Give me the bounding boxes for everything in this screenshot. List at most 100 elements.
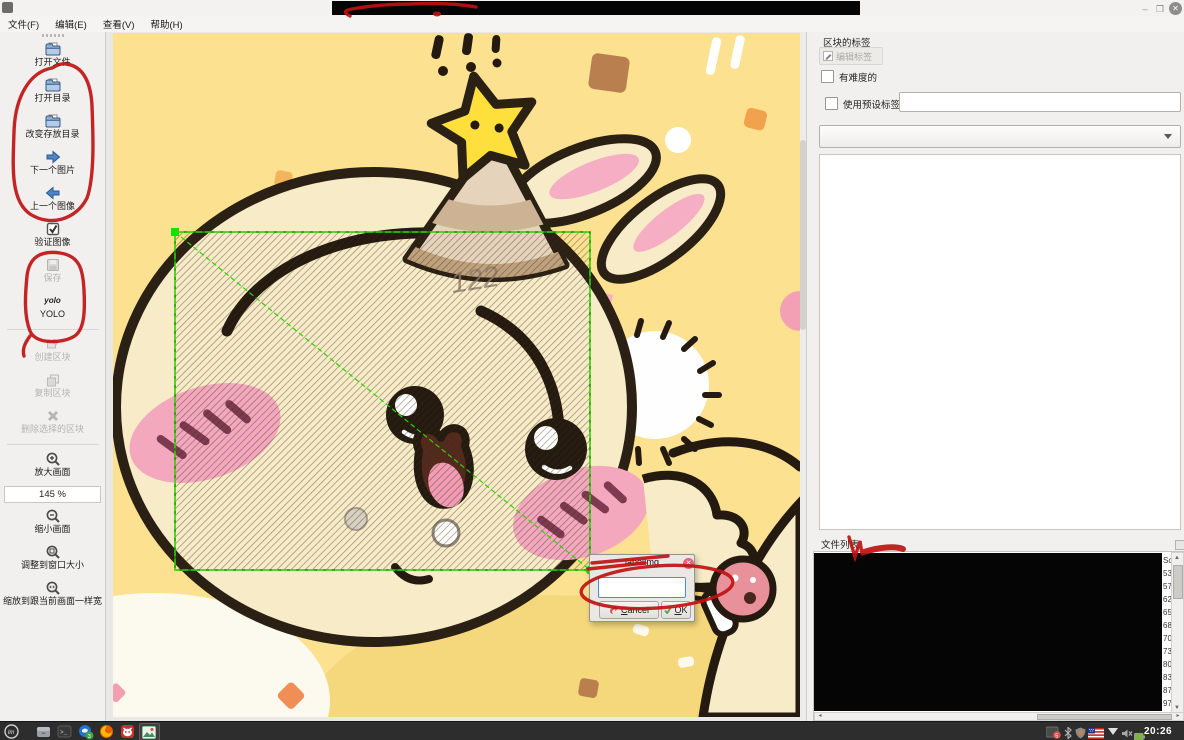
dialog-title: labelImg [590, 557, 694, 567]
file-list-hscrollbar[interactable]: ◂ ▸ [814, 712, 1184, 721]
annotation-image: 122 [113, 33, 800, 722]
zoom-value-box[interactable]: 145 % [4, 486, 101, 503]
toolbar-label: 打开目录 [34, 93, 70, 104]
restore-button[interactable]: ❐ [1155, 4, 1165, 14]
arrow-left-icon [45, 184, 61, 201]
default-label-input[interactable] [899, 92, 1181, 112]
red-app-icon[interactable] [120, 724, 135, 739]
check-icon [664, 606, 672, 614]
left-toolbar: 打开文件 打开目录 改变存放目录 下一个图片 上一个图像 验证图像 [0, 32, 106, 721]
toolbar-label: 保存 [43, 273, 61, 284]
menu-edit[interactable]: 编辑(E) [47, 17, 95, 31]
redacted-file-list [814, 553, 1162, 711]
network-icon[interactable] [1108, 728, 1118, 735]
open-dir-button[interactable]: 打开目录 [0, 76, 105, 108]
minimize-button[interactable]: – [1140, 4, 1150, 14]
svg-text:lm: lm [8, 730, 14, 736]
chat-app-icon[interactable]: 3 [78, 724, 93, 739]
toolbar-label: 缩放到跟当前画面一样宽 [3, 596, 102, 607]
zoom-out-button[interactable]: 缩小画面 [0, 507, 105, 539]
fit-width-button[interactable]: 缩放到跟当前画面一样宽 [0, 579, 105, 611]
toolbar-separator [7, 444, 99, 445]
toolbar-label: 上一个图像 [30, 201, 75, 212]
toolbar-label: 创建区块 [34, 352, 70, 363]
canvas[interactable]: 122 [106, 32, 806, 721]
svg-text:>_: >_ [60, 729, 68, 736]
zoom-in-button[interactable]: 放大画面 [0, 450, 105, 482]
close-button[interactable]: ✕ [1169, 2, 1182, 15]
keyboard-layout-flag-icon[interactable] [1088, 726, 1104, 740]
menu-view[interactable]: 查看(V) [95, 17, 143, 31]
label-combobox[interactable] [819, 125, 1181, 148]
title-bar: – ❐ ✕ [0, 0, 1184, 17]
toolbar-label: 下一个图片 [30, 165, 75, 176]
menu-file[interactable]: 文件(F) [0, 17, 47, 31]
open-file-button[interactable]: 打开文件 [0, 40, 105, 72]
bluetooth-icon[interactable] [1064, 726, 1072, 740]
delete-rectbox-button[interactable]: 删除选择的区块 [0, 407, 105, 439]
toolbar-label: 验证图像 [34, 237, 70, 248]
save-floppy-icon [45, 256, 61, 273]
terminal-icon[interactable]: >_ [57, 724, 72, 739]
format-yolo-button[interactable]: yolo YOLO [0, 292, 105, 324]
menu-help[interactable]: 帮助(H) [142, 17, 190, 31]
duplicate-box-icon [45, 371, 61, 388]
next-image-button[interactable]: 下一个图片 [0, 148, 105, 180]
shield-icon[interactable] [1075, 726, 1086, 740]
ok-button[interactable]: OK [661, 601, 691, 619]
fit-window-button[interactable]: 调整到窗口大小 [0, 543, 105, 575]
labelimg-task-button[interactable] [139, 723, 160, 740]
arrow-right-icon [45, 148, 61, 165]
dialog-close-icon[interactable]: ✕ [683, 558, 694, 569]
right-panel: 区块的标签 编辑标签 有难度的 使用预设标签 文件列表 Sc 53 57 62 … [806, 32, 1184, 721]
delete-cross-icon [45, 407, 61, 424]
file-manager-icon[interactable] [36, 724, 51, 739]
save-button[interactable]: 保存 [0, 256, 105, 288]
verify-image-button[interactable]: 验证图像 [0, 220, 105, 252]
pencil-icon [823, 51, 833, 61]
clock[interactable]: 20:26 [1144, 726, 1172, 737]
labelimg-window: – ❐ ✕ 文件(F) 编辑(E) 查看(V) 帮助(H) 打开文件 打开目录 … [0, 0, 1184, 740]
redacted-title [332, 1, 860, 15]
file-list[interactable]: Sc 53 57 62 65 68 70 73 80 83 87 97 ▲ ▼ … [813, 551, 1184, 721]
labelimg-dialog: labelImg ✕ Cancel OK [589, 554, 695, 622]
toolbar-label: 删除选择的区块 [21, 424, 84, 435]
difficult-checkbox[interactable] [821, 70, 834, 83]
toolbar-label: 打开文件 [34, 57, 70, 68]
toolbar-label: 缩小画面 [34, 524, 70, 535]
taskbar: lm >_ 3 5 [0, 721, 1184, 740]
checkbox-check-icon [45, 220, 61, 237]
duplicate-rectbox-button[interactable]: 复制区块 [0, 371, 105, 403]
mint-menu-button[interactable]: lm [4, 724, 19, 739]
use-default-label-checkbox[interactable] [825, 97, 838, 110]
prev-image-button[interactable]: 上一个图像 [0, 184, 105, 216]
folder-icon [45, 76, 61, 93]
toolbar-label: 复制区块 [34, 388, 70, 399]
update-manager-icon[interactable]: 5 [1046, 726, 1061, 740]
file-list-header: 文件列表 [821, 537, 859, 551]
fit-window-icon [45, 543, 61, 560]
toolbar-label: 改变存放目录 [25, 129, 79, 140]
toolbar-drag-handle[interactable] [42, 34, 64, 37]
label-list[interactable] [819, 154, 1181, 530]
hscroll-thumb[interactable] [1037, 714, 1172, 720]
firefox-icon[interactable] [99, 724, 114, 739]
toolbar-separator [7, 329, 99, 330]
undo-arrow-icon [609, 606, 619, 615]
toolbar-label: 放大画面 [34, 467, 70, 478]
edit-label-button[interactable]: 编辑标签 [819, 47, 883, 65]
label-name-input[interactable] [598, 577, 686, 598]
selection-box[interactable] [171, 228, 595, 575]
folder-icon [45, 40, 61, 57]
volume-muted-icon[interactable] [1121, 726, 1133, 740]
menu-bar: 文件(F) 编辑(E) 查看(V) 帮助(H) [0, 16, 1184, 33]
cancel-button[interactable]: Cancel [599, 601, 659, 619]
change-save-dir-button[interactable]: 改变存放目录 [0, 112, 105, 144]
float-dock-icon[interactable] [1175, 540, 1184, 550]
toolbar-label: 调整到窗口大小 [21, 560, 84, 571]
zoom-in-icon [45, 450, 61, 467]
zoom-out-icon [45, 507, 61, 524]
create-rectbox-button[interactable]: 创建区块 [0, 335, 105, 367]
file-list-vscrollbar[interactable]: ▲ ▼ [1171, 552, 1184, 714]
vscroll-thumb[interactable] [1173, 565, 1183, 599]
